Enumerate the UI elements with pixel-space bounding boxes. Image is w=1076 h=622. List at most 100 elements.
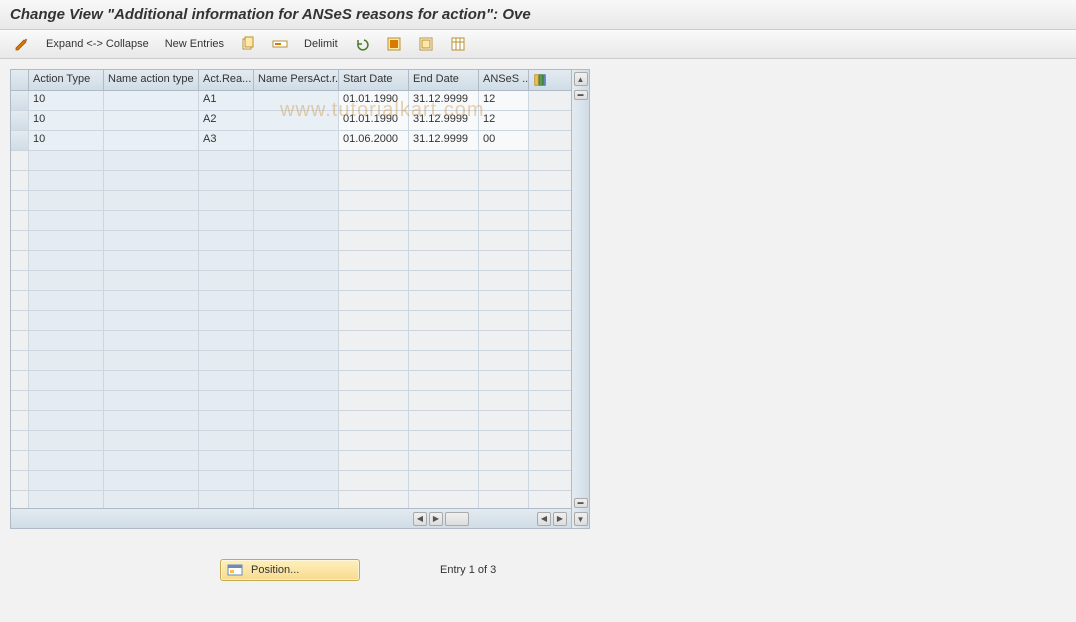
col-start-date[interactable]: Start Date [339, 70, 409, 90]
cell-empty[interactable] [479, 471, 529, 490]
cell-empty[interactable] [339, 171, 409, 190]
table-row-empty[interactable] [11, 171, 571, 191]
cell-empty[interactable] [199, 311, 254, 330]
col-anses[interactable]: ANSeS .. [479, 70, 529, 90]
cell-empty[interactable] [254, 271, 339, 290]
cell-name-persact[interactable] [254, 91, 339, 110]
cell-empty[interactable] [104, 411, 199, 430]
table-row-empty[interactable] [11, 251, 571, 271]
cell-empty[interactable] [104, 431, 199, 450]
cell-empty[interactable] [479, 171, 529, 190]
select-all-header[interactable] [11, 70, 29, 90]
cell-end-date[interactable]: 31.12.9999 [409, 131, 479, 150]
cell-empty[interactable] [254, 291, 339, 310]
table-row-empty[interactable] [11, 411, 571, 431]
cell-action-type[interactable]: 10 [29, 111, 104, 130]
toggle-change-button[interactable] [8, 34, 36, 54]
position-button[interactable]: Position... [220, 559, 360, 581]
cell-empty[interactable] [339, 451, 409, 470]
cell-empty[interactable] [199, 291, 254, 310]
cell-empty[interactable] [339, 371, 409, 390]
table-row-empty[interactable] [11, 391, 571, 411]
row-selector[interactable] [11, 311, 29, 330]
cell-empty[interactable] [254, 331, 339, 350]
cell-empty[interactable] [339, 331, 409, 350]
table-settings-button[interactable] [444, 34, 472, 54]
cell-empty[interactable] [409, 451, 479, 470]
row-selector[interactable] [11, 451, 29, 470]
cell-empty[interactable] [479, 271, 529, 290]
cell-name-action-type[interactable] [104, 131, 199, 150]
cell-empty[interactable] [254, 151, 339, 170]
cell-empty[interactable] [29, 391, 104, 410]
cell-empty[interactable] [409, 311, 479, 330]
cell-empty[interactable] [29, 411, 104, 430]
cell-empty[interactable] [409, 331, 479, 350]
cell-empty[interactable] [254, 491, 339, 508]
cell-empty[interactable] [29, 171, 104, 190]
table-row-empty[interactable] [11, 331, 571, 351]
cell-empty[interactable] [409, 371, 479, 390]
table-row-empty[interactable] [11, 351, 571, 371]
cell-empty[interactable] [339, 291, 409, 310]
cell-empty[interactable] [479, 491, 529, 508]
table-row-empty[interactable] [11, 211, 571, 231]
cell-empty[interactable] [199, 431, 254, 450]
cell-empty[interactable] [254, 391, 339, 410]
cell-empty[interactable] [339, 311, 409, 330]
row-selector[interactable] [11, 371, 29, 390]
cell-empty[interactable] [409, 251, 479, 270]
table-row-empty[interactable] [11, 291, 571, 311]
cell-end-date[interactable]: 31.12.9999 [409, 91, 479, 110]
cell-start-date[interactable]: 01.01.1990 [339, 111, 409, 130]
scroll-down-button[interactable]: ▼ [574, 512, 588, 526]
cell-action-type[interactable]: 10 [29, 131, 104, 150]
expand-collapse-button[interactable]: Expand <-> Collapse [40, 36, 155, 52]
table-row-empty[interactable] [11, 371, 571, 391]
cell-empty[interactable] [104, 371, 199, 390]
cell-empty[interactable] [199, 211, 254, 230]
cell-empty[interactable] [409, 231, 479, 250]
cell-empty[interactable] [29, 431, 104, 450]
table-row[interactable]: 10A301.06.200031.12.999900 [11, 131, 571, 151]
cell-empty[interactable] [29, 231, 104, 250]
scroll-up-page-button[interactable]: ▬ [574, 90, 588, 100]
table-row-empty[interactable] [11, 191, 571, 211]
scroll-down-page-button[interactable]: ▬ [574, 498, 588, 508]
table-row-empty[interactable] [11, 451, 571, 471]
cell-empty[interactable] [479, 351, 529, 370]
hscroll-left-button[interactable]: ◀ [413, 512, 427, 526]
cell-empty[interactable] [479, 231, 529, 250]
row-selector[interactable] [11, 191, 29, 210]
cell-empty[interactable] [104, 331, 199, 350]
row-selector[interactable] [11, 131, 29, 150]
deselect-all-button[interactable] [412, 34, 440, 54]
cell-empty[interactable] [409, 351, 479, 370]
cell-empty[interactable] [479, 211, 529, 230]
table-row[interactable]: 10A201.01.199031.12.999912 [11, 111, 571, 131]
cell-empty[interactable] [199, 331, 254, 350]
cell-empty[interactable] [199, 451, 254, 470]
cell-empty[interactable] [104, 171, 199, 190]
row-selector[interactable] [11, 151, 29, 170]
cell-empty[interactable] [104, 231, 199, 250]
cell-empty[interactable] [104, 271, 199, 290]
cell-empty[interactable] [104, 471, 199, 490]
cell-empty[interactable] [409, 271, 479, 290]
cell-empty[interactable] [254, 251, 339, 270]
cell-empty[interactable] [199, 271, 254, 290]
cell-empty[interactable] [199, 171, 254, 190]
cell-empty[interactable] [29, 491, 104, 508]
cell-empty[interactable] [199, 411, 254, 430]
copy-button[interactable] [234, 34, 262, 54]
cell-empty[interactable] [479, 311, 529, 330]
cell-anses[interactable]: 00 [479, 131, 529, 150]
table-row[interactable]: 10A101.01.199031.12.999912 [11, 91, 571, 111]
cell-empty[interactable] [409, 211, 479, 230]
row-selector[interactable] [11, 111, 29, 130]
hscroll-right-button[interactable]: ▶ [429, 512, 443, 526]
cell-empty[interactable] [104, 151, 199, 170]
cell-action-type[interactable]: 10 [29, 91, 104, 110]
table-row-empty[interactable] [11, 431, 571, 451]
cell-empty[interactable] [479, 431, 529, 450]
